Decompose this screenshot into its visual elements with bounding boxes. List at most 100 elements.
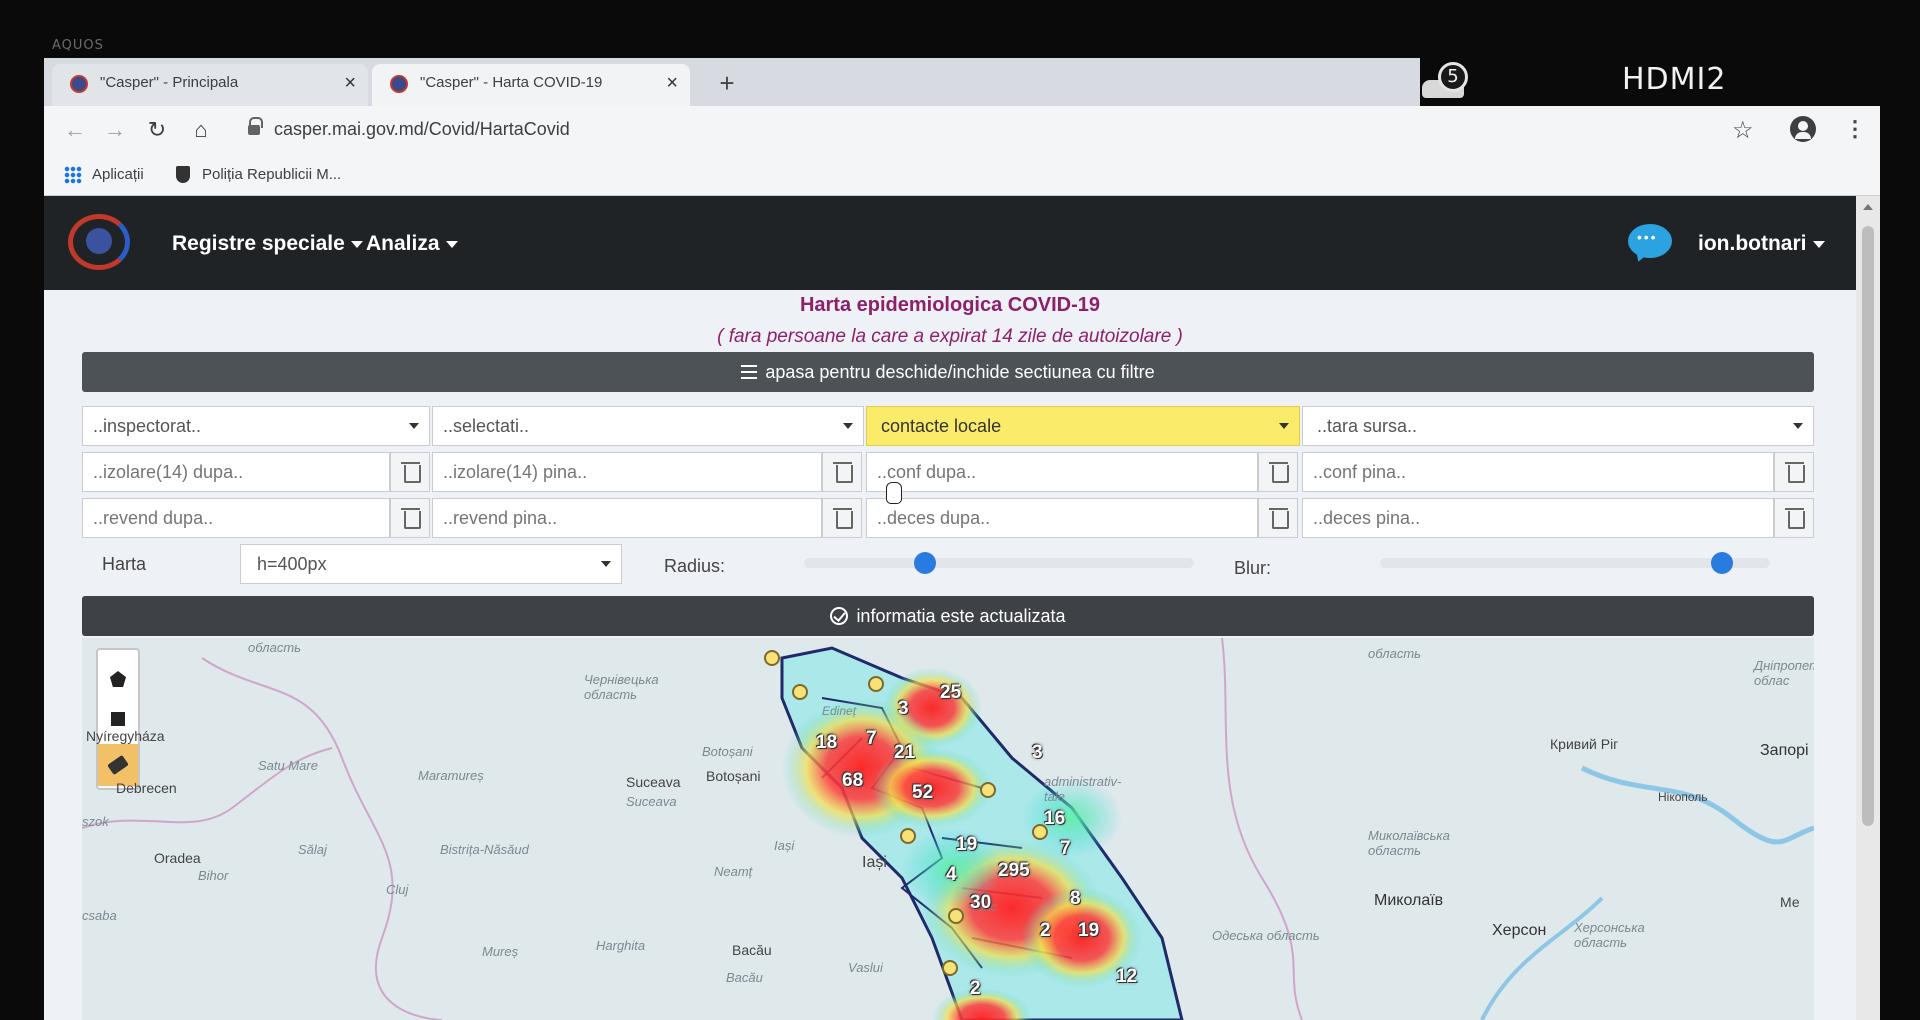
trash-icon[interactable] [1774,452,1814,492]
deces-pina-field[interactable] [1302,498,1774,538]
draw-toolbar [96,648,140,790]
star-icon[interactable]: ☆ [1732,116,1754,145]
cluster-count[interactable]: 12 [1116,966,1137,988]
page-scrollbar[interactable] [1856,196,1880,1020]
contact-type-select[interactable]: contacte locale [866,406,1300,446]
forward-arrow-icon[interactable]: → [102,118,128,142]
trash-icon[interactable] [1258,452,1298,492]
cluster-count[interactable]: 3 [1032,742,1043,764]
map-marker[interactable] [900,828,916,844]
conf-dupa-field[interactable] [866,452,1258,492]
account-icon[interactable] [1790,116,1816,142]
bookmark-politia[interactable]: Poliția Republicii M... [174,166,341,183]
casper-logo[interactable] [68,210,138,274]
address-bar[interactable]: casper.mai.gov.md/Covid/HartaCovid [240,113,1770,149]
cluster-count[interactable]: 19 [1078,920,1099,942]
trash-icon[interactable] [390,498,430,538]
select-value: ..selectati.. [443,416,530,436]
map-marker[interactable] [764,650,780,666]
map-label: Cluj [386,882,409,897]
new-tab-plus-icon[interactable]: + [710,66,744,100]
trash-icon[interactable] [1774,498,1814,538]
tab-harta-covid[interactable]: "Casper" - Harta COVID-19 × [372,64,690,106]
reload-icon[interactable]: ↻ [144,118,170,142]
revend-pina-field[interactable] [432,498,822,538]
blur-slider[interactable] [1380,552,1770,574]
bookmark-aplicatii[interactable]: Aplicații [64,166,144,184]
logo-core [86,228,112,254]
izolare-pina-field[interactable] [432,452,822,492]
cluster-count[interactable]: 18 [816,732,837,754]
map-height-select[interactable]: h=400px [240,544,622,584]
check-circle-icon [830,607,849,625]
cluster-count[interactable]: 295 [998,860,1030,882]
izolare-dupa-field[interactable] [82,452,390,492]
close-icon[interactable]: × [666,64,678,102]
revend-dupa-field[interactable] [82,498,390,538]
map-marker[interactable] [792,684,808,700]
draw-polygon-tool[interactable] [98,658,138,700]
cluster-count[interactable]: 3 [898,698,909,720]
blur-slider-knob[interactable] [1711,552,1734,574]
cluster-count[interactable]: 7 [866,728,877,750]
menu-registre-speciale[interactable]: Registre speciale [172,232,363,256]
harta-label: Harta [102,554,147,574]
radius-slider[interactable] [804,552,1194,574]
trash-icon[interactable] [1258,498,1298,538]
cluster-count[interactable]: 25 [940,682,961,704]
map-city: Nyíregyháza [86,728,165,744]
conf-pina-field[interactable] [1302,452,1774,492]
scrollbar-thumb[interactable] [1862,226,1874,826]
cluster-count[interactable]: 4 [946,864,957,886]
user-menu[interactable]: ion.botnari [1698,232,1825,256]
cluster-count[interactable]: 68 [842,770,863,792]
map-label: Mureș [482,944,519,959]
filters-toggle-label: apasa pentru deschide/inchide sectiunea … [765,362,1155,382]
caret-down-icon [1812,240,1825,248]
map-city: Debrecen [116,780,177,796]
map-city: Bacău [732,942,772,958]
category-select[interactable]: ..selectati.. [432,406,864,446]
filters-toggle-button[interactable]: apasa pentru deschide/inchide sectiunea … [82,352,1814,392]
inspectorat-select[interactable]: ..inspectorat.. [82,406,430,446]
dropdown-arrow-icon [1793,423,1803,429]
map-marker[interactable] [942,960,958,976]
home-icon[interactable]: ⌂ [188,118,214,142]
trash-icon[interactable] [390,452,430,492]
map-marker[interactable] [948,908,964,924]
cluster-count[interactable]: 21 [894,742,915,764]
map-label: Sălaj [298,842,327,857]
chat-bubble-icon[interactable] [1628,224,1672,258]
cluster-count[interactable]: 30 [970,892,991,914]
close-icon[interactable]: × [344,64,356,102]
cluster-count[interactable]: 2 [970,978,981,1000]
map-marker[interactable] [868,676,884,692]
tab-title: "Casper" - Principala [100,74,239,91]
cluster-count[interactable]: 19 [956,834,977,856]
square-icon [111,712,125,726]
menu-label: Registre speciale [172,232,345,255]
map-marker[interactable] [980,782,996,798]
map-label: szok [82,814,109,829]
cluster-count[interactable]: 7 [1060,838,1071,860]
cluster-count[interactable]: 8 [1070,888,1081,910]
tab-principala[interactable]: "Casper" - Principala × [52,64,368,106]
back-arrow-icon[interactable]: ← [62,118,88,142]
radius-slider-knob[interactable] [914,552,937,574]
menu-analiza[interactable]: Analiza [366,232,458,256]
scroll-up-arrow-icon[interactable] [1863,204,1873,210]
blur-label: Blur: [1234,558,1272,578]
trash-icon[interactable] [822,498,862,538]
dropdown-arrow-icon [1279,423,1289,429]
heatmap[interactable]: область Чернівецька область Edineț Botoș… [82,638,1814,1020]
cluster-count[interactable]: 52 [912,782,933,804]
kebab-menu-icon[interactable]: ⋮ [1844,116,1866,142]
source-country-select[interactable]: ..tara sursa.. [1302,406,1814,446]
shield-icon [176,166,190,183]
lock-icon[interactable] [248,117,263,137]
deces-dupa-field[interactable] [866,498,1258,538]
map-city: Миколаїв [1374,892,1444,909]
cluster-count[interactable]: 2 [1040,920,1051,942]
cluster-count[interactable]: 16 [1044,808,1065,830]
trash-icon[interactable] [822,452,862,492]
